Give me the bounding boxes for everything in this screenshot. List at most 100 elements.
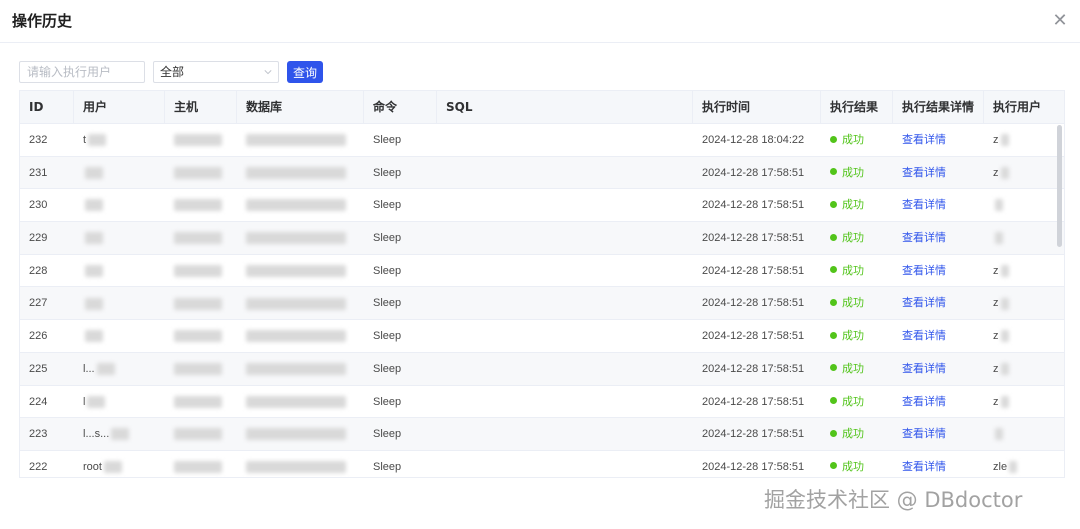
- cell-result: 成功: [821, 386, 893, 418]
- cell-user: [74, 222, 165, 254]
- view-detail-link[interactable]: 查看详情: [902, 166, 946, 179]
- cell-host-redacted: [165, 418, 237, 450]
- status-badge: 成功: [830, 198, 864, 211]
- column-header-user[interactable]: 用户: [74, 91, 165, 123]
- exec_user-text: z: [993, 134, 999, 146]
- cell-command: Sleep: [373, 232, 402, 245]
- status-badge: 成功: [830, 166, 864, 179]
- cell-result: 成功: [821, 353, 893, 385]
- view-detail-link[interactable]: 查看详情: [902, 231, 946, 244]
- redacted-block: [246, 264, 346, 277]
- redacted-block: [1000, 297, 1009, 310]
- column-header-host[interactable]: 主机: [165, 91, 237, 123]
- view-detail-link[interactable]: 查看详情: [902, 296, 946, 309]
- type-select[interactable]: 全部: [153, 61, 279, 83]
- redacted-block: [88, 134, 107, 147]
- status-text: 成功: [842, 198, 864, 212]
- column-header-database[interactable]: 数据库: [237, 91, 364, 123]
- cell-time: 2024-12-28 17:58:51: [702, 330, 805, 343]
- cell-command: Sleep: [373, 166, 402, 179]
- redacted-block: [96, 362, 115, 375]
- redacted-block: [85, 330, 103, 343]
- cell-db-redacted: [237, 255, 364, 287]
- cell-time: 2024-12-28 17:58:51: [702, 460, 805, 473]
- table-row: 223 l...s... Sleep 2024-12-28 17:58:51 成功 查看详…: [20, 418, 1064, 451]
- success-dot-icon: [830, 397, 837, 404]
- redacted-block: [1000, 264, 1009, 277]
- view-detail-link[interactable]: 查看详情: [902, 460, 946, 473]
- table-row: 230 Sleep 2024-12-28 17:58:51 成功 查看详情: [20, 189, 1064, 223]
- redacted-block: [995, 428, 1003, 441]
- status-text: 成功: [842, 165, 864, 179]
- success-dot-icon: [830, 266, 837, 274]
- cell-sql: [437, 255, 693, 287]
- status-text: 成功: [842, 133, 864, 146]
- cell-command: Sleep: [373, 264, 402, 277]
- cell-host-redacted: [165, 451, 237, 477]
- success-dot-icon: [830, 200, 837, 208]
- redacted-block: [1000, 395, 1009, 408]
- cell-id: 232: [29, 134, 48, 146]
- view-detail-link[interactable]: 查看详情: [902, 395, 946, 408]
- redacted-block: [174, 297, 222, 310]
- cell-user: l...s...: [74, 418, 165, 450]
- user-text: root: [83, 460, 102, 473]
- cell-command: Sleep: [373, 395, 402, 408]
- cell-time: 2024-12-28 17:58:51: [702, 232, 805, 245]
- view-detail-link[interactable]: 查看详情: [902, 198, 946, 211]
- close-icon[interactable]: ✕: [1050, 10, 1070, 30]
- cell-detail: 查看详情: [893, 255, 984, 287]
- status-text: 成功: [842, 296, 864, 310]
- cell-result: 成功: [821, 189, 893, 221]
- redacted-block: [174, 166, 222, 179]
- query-button[interactable]: 查询: [287, 61, 323, 83]
- cell-exec_user: zle: [984, 451, 1064, 477]
- success-dot-icon: [830, 364, 837, 372]
- redacted-block: [174, 232, 222, 245]
- exec_user-text: z: [993, 297, 999, 310]
- cell-time: 2024-12-28 17:58:51: [702, 166, 805, 179]
- column-header-command[interactable]: 命令: [364, 91, 437, 123]
- cell-host-redacted: [165, 353, 237, 385]
- cell-detail: 查看详情: [893, 451, 984, 477]
- cell-db-redacted: [237, 451, 364, 477]
- redacted-block: [174, 395, 222, 408]
- view-detail-link[interactable]: 查看详情: [902, 427, 946, 440]
- vertical-scrollbar[interactable]: [1057, 125, 1062, 247]
- redacted-block: [1009, 460, 1018, 473]
- cell-detail: 查看详情: [893, 189, 984, 221]
- redacted-block: [246, 362, 346, 375]
- column-header-exec-user[interactable]: 执行用户: [984, 91, 1064, 123]
- redacted-block: [1000, 362, 1009, 375]
- cell-command: Sleep: [373, 134, 402, 146]
- success-dot-icon: [830, 298, 837, 306]
- cell-sql: [437, 222, 693, 254]
- cell-db-redacted: [237, 320, 364, 352]
- redacted-block: [174, 264, 222, 277]
- column-header-exec-result[interactable]: 执行结果: [821, 91, 893, 123]
- exec-user-search-input[interactable]: [19, 61, 145, 83]
- column-header-exec-time[interactable]: 执行时间: [693, 91, 821, 123]
- cell-sql: [437, 287, 693, 319]
- view-detail-link[interactable]: 查看详情: [902, 264, 946, 277]
- cell-exec_user: [984, 189, 1064, 221]
- column-header-result-detail[interactable]: 执行结果详情: [893, 91, 984, 123]
- cell-detail: 查看详情: [893, 320, 984, 352]
- column-header-id[interactable]: ID: [20, 91, 74, 123]
- status-text: 成功: [842, 231, 864, 245]
- view-detail-link[interactable]: 查看详情: [902, 362, 946, 375]
- cell-host-redacted: [165, 222, 237, 254]
- cell-time: 2024-12-28 17:58:51: [702, 264, 805, 277]
- view-detail-link[interactable]: 查看详情: [902, 133, 946, 146]
- column-header-sql[interactable]: SQL: [437, 91, 693, 123]
- history-table: ID 用户 主机 数据库 命令 SQL 执行时间 执行结果 执行结果详情 执行用…: [19, 90, 1065, 478]
- table-body: 232 t Sleep 2024-12-28 18:04:22 成功 查看详情 z 231 Sl…: [20, 124, 1064, 477]
- status-badge: 成功: [830, 264, 864, 277]
- success-dot-icon: [830, 462, 837, 470]
- cell-host-redacted: [165, 287, 237, 319]
- status-badge: 成功: [830, 460, 864, 473]
- view-detail-link[interactable]: 查看详情: [902, 329, 946, 342]
- exec_user-text: z: [993, 264, 999, 277]
- redacted-block: [174, 362, 222, 375]
- user-text: t: [83, 134, 87, 146]
